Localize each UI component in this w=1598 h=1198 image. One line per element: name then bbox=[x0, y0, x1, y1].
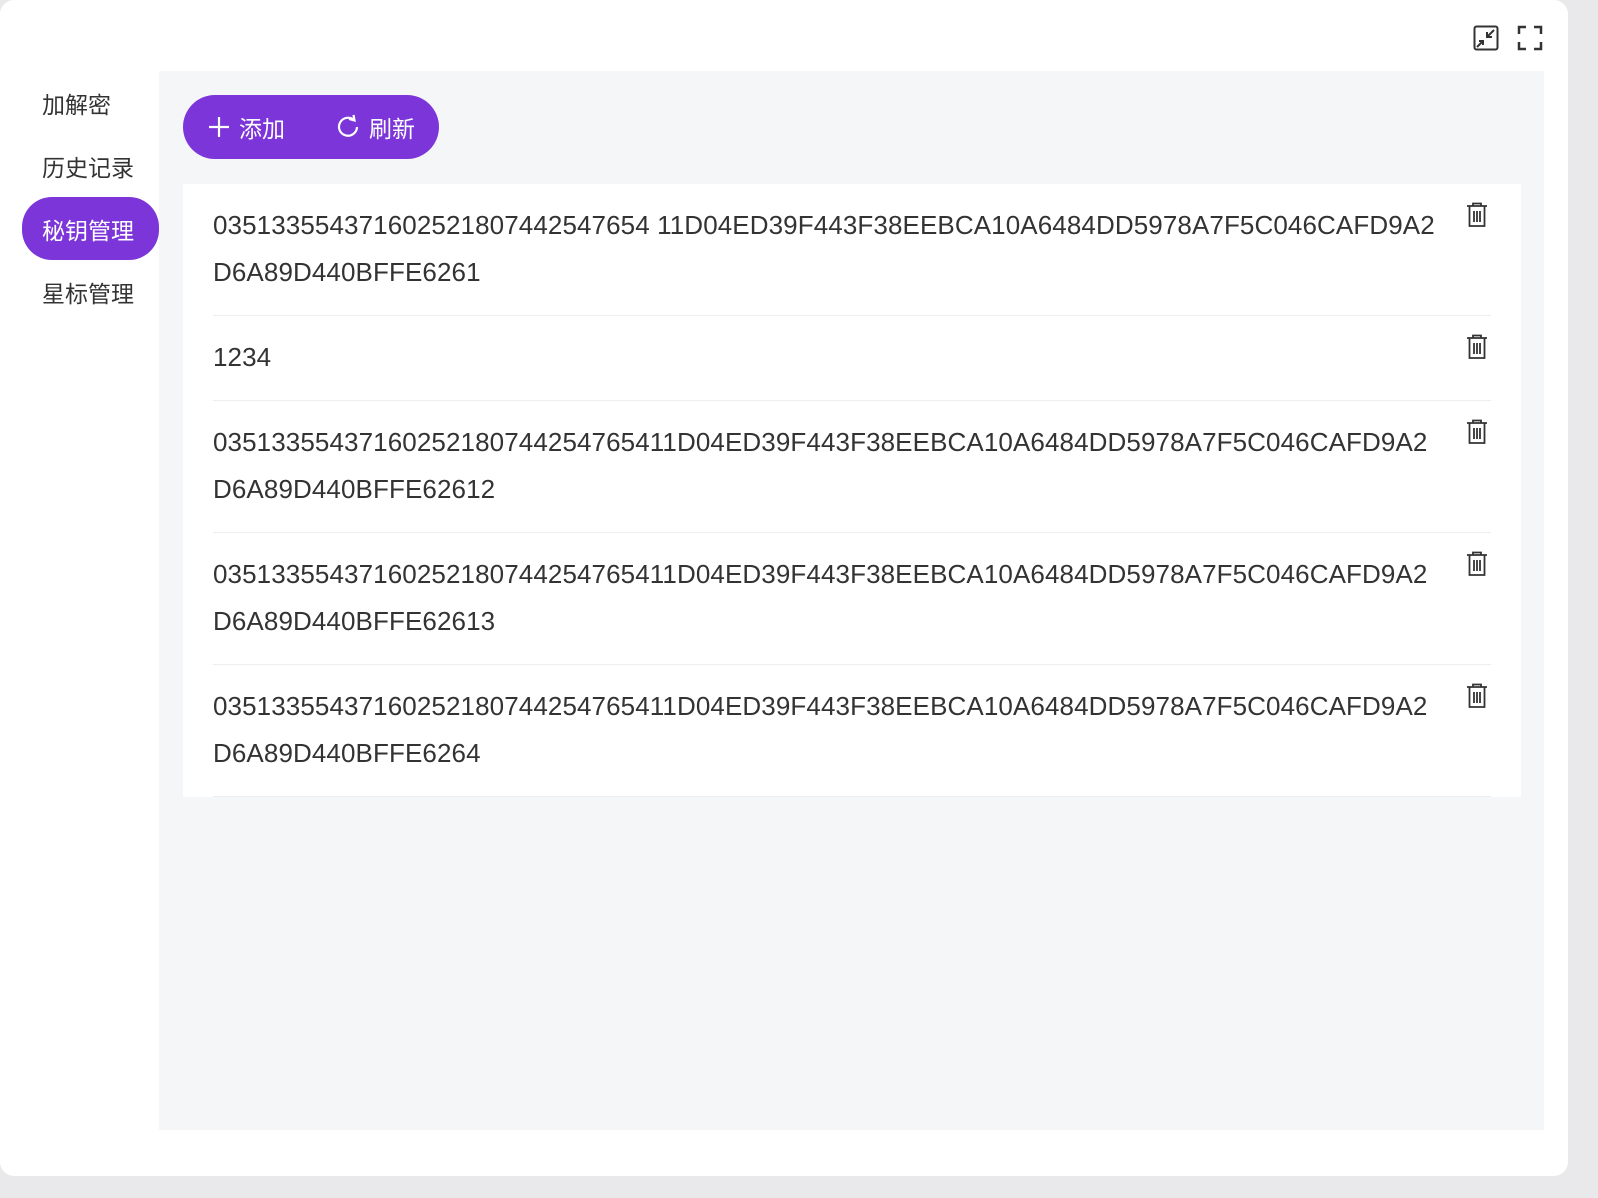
trash-icon[interactable] bbox=[1465, 551, 1489, 577]
trash-icon[interactable] bbox=[1465, 202, 1489, 228]
key-value: 1234 bbox=[213, 342, 272, 372]
list-item: 03513355437160252180744254765411D04ED39F… bbox=[213, 401, 1491, 533]
shrink-window-icon[interactable] bbox=[1472, 24, 1500, 52]
refresh-button-label: 刷新 bbox=[369, 117, 415, 143]
key-list: 035133554371602521807442547654 11D04ED39… bbox=[183, 184, 1521, 797]
toolbar-button-group: 添加 刷新 bbox=[183, 95, 439, 159]
key-value: 03513355437160252180744254765411D04ED39F… bbox=[213, 691, 1428, 768]
fullscreen-icon[interactable] bbox=[1516, 24, 1544, 52]
sidebar: 加解密 历史记录 秘钥管理 星标管理 bbox=[0, 71, 159, 323]
plus-icon bbox=[209, 117, 229, 137]
window-controls bbox=[1472, 24, 1544, 52]
sidebar-item-history[interactable]: 历史记录 bbox=[22, 134, 159, 197]
sidebar-item-label: 加解密 bbox=[42, 92, 111, 119]
trash-icon[interactable] bbox=[1465, 334, 1489, 360]
main-content: 添加 刷新 035133554371602521807442547654 11D… bbox=[159, 71, 1544, 1130]
list-item: 03513355437160252180744254765411D04ED39F… bbox=[213, 533, 1491, 665]
sidebar-item-label: 历史记录 bbox=[42, 155, 134, 182]
refresh-button[interactable]: 刷新 bbox=[335, 95, 415, 159]
sidebar-item-label: 星标管理 bbox=[42, 281, 134, 308]
key-value: 03513355437160252180744254765411D04ED39F… bbox=[213, 559, 1428, 636]
add-button[interactable]: 添加 bbox=[207, 95, 285, 159]
refresh-icon bbox=[337, 114, 359, 137]
app-window: 加解密 历史记录 秘钥管理 星标管理 添加 刷新 035133554371602… bbox=[0, 0, 1568, 1176]
sidebar-item-star-management[interactable]: 星标管理 bbox=[22, 260, 159, 323]
trash-icon[interactable] bbox=[1465, 683, 1489, 709]
sidebar-item-key-management[interactable]: 秘钥管理 bbox=[22, 197, 159, 260]
list-item: 035133554371602521807442547654 11D04ED39… bbox=[213, 184, 1491, 316]
key-value: 03513355437160252180744254765411D04ED39F… bbox=[213, 427, 1428, 504]
trash-icon[interactable] bbox=[1465, 419, 1489, 445]
key-value: 035133554371602521807442547654 11D04ED39… bbox=[213, 210, 1435, 287]
list-item: 1234 bbox=[213, 316, 1491, 401]
sidebar-item-label: 秘钥管理 bbox=[42, 218, 134, 245]
sidebar-item-encrypt-decrypt[interactable]: 加解密 bbox=[22, 71, 159, 134]
list-item: 03513355437160252180744254765411D04ED39F… bbox=[213, 665, 1491, 797]
add-button-label: 添加 bbox=[239, 117, 285, 143]
